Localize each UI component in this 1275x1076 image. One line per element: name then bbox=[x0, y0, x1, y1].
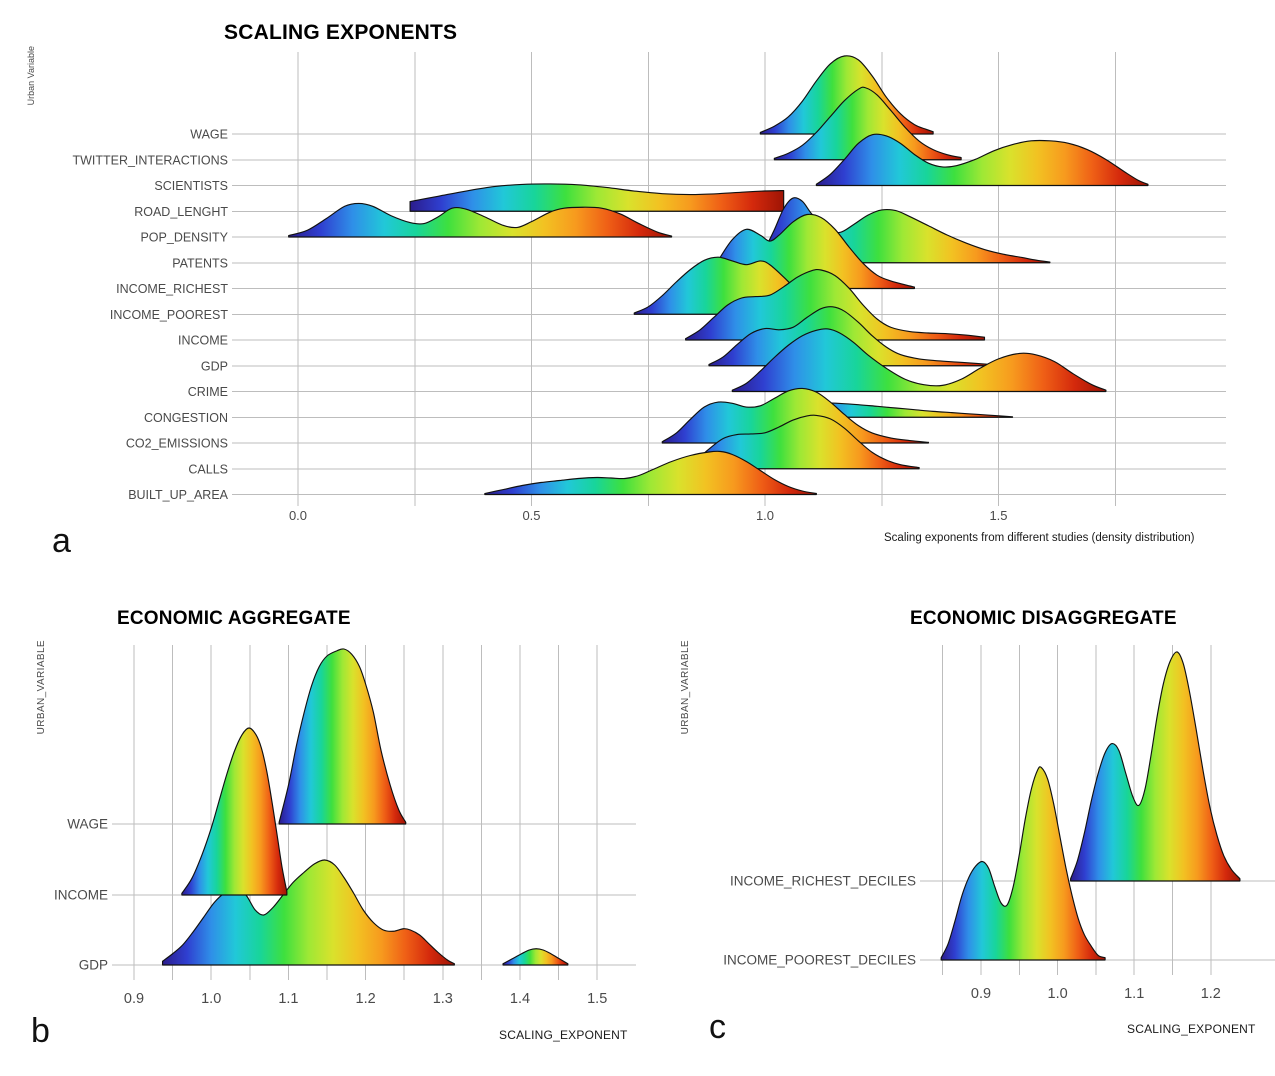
category-label-income: INCOME bbox=[54, 888, 108, 903]
category-label-road-lenght: ROAD_LENGHT bbox=[134, 205, 228, 219]
x-tick-1.0: 1.0 bbox=[201, 991, 221, 1007]
ridge-areas bbox=[161, 648, 569, 966]
category-label-income-poorest: INCOME_POOREST bbox=[110, 308, 228, 322]
panel-c-letter: c bbox=[709, 1008, 726, 1046]
x-tick-1.2: 1.2 bbox=[1201, 986, 1221, 1002]
category-label-built-up-area: BUILT_UP_AREA bbox=[128, 488, 228, 502]
panel-c-title: ECONOMIC DISAGGREGATE bbox=[910, 608, 1177, 629]
x-tick-labels: 0.9 1.0 1.1 1.2 1.3 1.4 1.5 bbox=[124, 991, 607, 1007]
panel-c-plot: INCOME_RICHEST_DECILES INCOME_POOREST_DEC… bbox=[723, 645, 1275, 1002]
category-label-calls: CALLS bbox=[188, 462, 228, 476]
category-labels: INCOME_RICHEST_DECILES INCOME_POOREST_DEC… bbox=[723, 874, 916, 968]
category-labels: WAGE TWITTER_INTERACTIONS SCIENTISTS ROAD_L… bbox=[72, 128, 228, 503]
ridge-wage bbox=[278, 648, 407, 825]
x-tick-1.0: 1.0 bbox=[1048, 986, 1068, 1002]
panel-c-economic-disaggregate: INCOME_RICHEST_DECILES INCOME_POOREST_DEC… bbox=[648, 585, 1275, 1076]
x-tick-0.9: 0.9 bbox=[971, 986, 991, 1002]
x-tick-1.1: 1.1 bbox=[1124, 986, 1144, 1002]
x-tick-labels: 0.0 0.5 1.0 1.5 bbox=[289, 508, 1008, 523]
ridge-income bbox=[181, 727, 288, 896]
x-tick-1.1: 1.1 bbox=[278, 991, 298, 1007]
category-label-wage: WAGE bbox=[67, 817, 108, 832]
x-tick-0.9: 0.9 bbox=[124, 991, 144, 1007]
category-label-wage: WAGE bbox=[190, 128, 228, 142]
category-label-income-poorest-deciles: INCOME_POOREST_DECILES bbox=[723, 953, 916, 968]
panel-a-letter: a bbox=[52, 522, 71, 560]
panel-b-y-axis-label: URBAN_VARIABLE bbox=[36, 640, 47, 735]
x-tick-1.5: 1.5 bbox=[989, 508, 1007, 523]
x-tick-1.5: 1.5 bbox=[587, 991, 607, 1007]
panel-c-x-axis-label: SCALING_EXPONENT bbox=[1127, 1022, 1256, 1036]
category-label-scientists: SCIENTISTS bbox=[154, 179, 228, 193]
panel-a-scaling-exponents: SCALING EXPONENTS Urban Variable Scaling… bbox=[0, 0, 1275, 580]
x-tick-labels: 0.9 1.0 1.1 1.2 bbox=[971, 986, 1221, 1002]
x-tick-1.4: 1.4 bbox=[510, 991, 530, 1007]
category-label-patents: PATENTS bbox=[172, 256, 228, 270]
x-tick-0.0: 0.0 bbox=[289, 508, 307, 523]
category-label-co2-emissions: CO2_EMISSIONS bbox=[126, 437, 228, 451]
ridge-areas bbox=[288, 55, 1149, 496]
panel-b-title: ECONOMIC AGGREGATE bbox=[117, 608, 351, 629]
x-tick-1.0: 1.0 bbox=[756, 508, 774, 523]
x-tick-1.2: 1.2 bbox=[356, 991, 376, 1007]
category-label-income-richest-deciles: INCOME_RICHEST_DECILES bbox=[730, 874, 916, 889]
category-label-twitter-interactions: TWITTER_INTERACTIONS bbox=[72, 153, 228, 167]
category-label-gdp: GDP bbox=[201, 359, 228, 373]
category-label-income: INCOME bbox=[178, 334, 228, 348]
category-label-congestion: CONGESTION bbox=[144, 411, 228, 425]
panel-a-plot: WAGE TWITTER_INTERACTIONS SCIENTISTS ROAD_L… bbox=[72, 52, 1226, 523]
panel-b-economic-aggregate: WAGE INCOME GDP 0.9 1.0 1.1 1.2 1.3 1.4 1.5 bbox=[0, 585, 648, 1076]
panel-b-plot: WAGE INCOME GDP 0.9 1.0 1.1 1.2 1.3 1.4 1.5 bbox=[54, 645, 636, 1007]
ridge-areas bbox=[940, 651, 1241, 961]
category-label-income-richest: INCOME_RICHEST bbox=[116, 282, 228, 296]
panel-b-letter: b bbox=[31, 1012, 50, 1050]
panel-b-x-axis-label: SCALING_EXPONENT bbox=[499, 1028, 628, 1042]
panel-c-y-axis-label: URBAN_VARIABLE bbox=[680, 640, 691, 735]
x-tick-1.3: 1.3 bbox=[433, 991, 453, 1007]
x-tick-0.5: 0.5 bbox=[522, 508, 540, 523]
category-label-gdp: GDP bbox=[79, 958, 108, 973]
ridge-scientists bbox=[815, 133, 1149, 187]
category-label-pop-density: POP_DENSITY bbox=[140, 231, 228, 245]
category-labels: WAGE INCOME GDP bbox=[54, 817, 108, 973]
category-label-crime: CRIME bbox=[188, 385, 228, 399]
